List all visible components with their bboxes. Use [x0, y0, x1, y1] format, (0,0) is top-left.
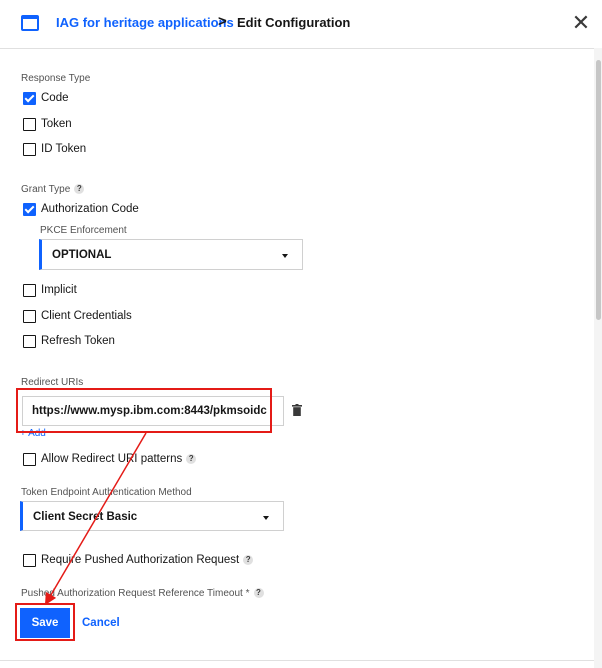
- checkbox-id-token[interactable]: ID Token: [23, 141, 86, 157]
- checkbox-unchecked[interactable]: [23, 142, 36, 156]
- checkbox-label: Refresh Token: [41, 335, 115, 347]
- checkbox-unchecked[interactable]: [23, 452, 36, 466]
- checkbox-allow-redirect-patterns[interactable]: Allow Redirect URI patterns ?: [23, 451, 197, 467]
- checkbox-require-par[interactable]: Require Pushed Authorization Request ?: [23, 552, 254, 568]
- grant-type-label-text: Grant Type: [21, 184, 71, 195]
- checkbox-token[interactable]: Token: [23, 116, 72, 132]
- checkbox-label: Token: [41, 118, 72, 130]
- app-window-icon: [21, 15, 39, 31]
- pkce-enforcement-label: PKCE Enforcement: [40, 225, 127, 236]
- checkbox-implicit[interactable]: Implicit: [23, 282, 77, 298]
- checkbox-unchecked[interactable]: [23, 117, 36, 131]
- checkbox-label: Allow Redirect URI patterns: [41, 453, 183, 465]
- checkbox-label: Authorization Code: [41, 203, 139, 215]
- close-icon[interactable]: ✕: [568, 10, 594, 36]
- pkce-enforcement-value: OPTIONAL: [52, 249, 112, 261]
- token-endpoint-select[interactable]: Client Secret Basic: [20, 501, 284, 531]
- save-button[interactable]: Save: [20, 608, 70, 638]
- breadcrumb-link[interactable]: IAG for heritage applications: [56, 15, 234, 30]
- checkbox-unchecked[interactable]: [23, 283, 36, 297]
- checkbox-label: Client Credentials: [41, 310, 132, 322]
- redirect-uri-input[interactable]: https://www.mysp.ibm.com:8443/pkmsoidc: [22, 396, 284, 426]
- divider: [0, 660, 594, 661]
- checkbox-checked[interactable]: [23, 202, 36, 216]
- checkbox-label: Implicit: [41, 284, 77, 296]
- help-icon[interactable]: ?: [74, 184, 85, 195]
- required-mark: *: [245, 588, 250, 599]
- help-icon[interactable]: ?: [243, 555, 254, 565]
- checkbox-unchecked[interactable]: [23, 309, 36, 323]
- par-timeout-label-text: Pushed Authorization Request Reference T…: [21, 588, 243, 599]
- token-endpoint-label: Token Endpoint Authentication Method: [21, 487, 192, 498]
- cancel-button[interactable]: Cancel: [82, 617, 120, 629]
- grant-type-label: Grant Type?: [21, 184, 85, 195]
- chevron-down-icon: [263, 516, 269, 520]
- help-icon[interactable]: ?: [186, 454, 197, 464]
- redirect-uris-label: Redirect URIs: [21, 377, 84, 388]
- checkbox-unchecked[interactable]: [23, 334, 36, 348]
- checkbox-unchecked[interactable]: [23, 553, 36, 567]
- help-icon[interactable]: ?: [253, 588, 264, 599]
- add-redirect-uri-link[interactable]: + Add: [20, 428, 46, 439]
- trash-icon[interactable]: [292, 404, 302, 416]
- checkbox-client-credentials[interactable]: Client Credentials: [23, 308, 132, 324]
- checkbox-label: ID Token: [41, 143, 87, 155]
- scrollbar-thumb[interactable]: [596, 60, 601, 320]
- response-type-label: Response Type: [21, 73, 91, 84]
- header-bar: IAG for heritage applications > Edit Con…: [0, 0, 602, 49]
- token-endpoint-value: Client Secret Basic: [33, 511, 138, 523]
- pkce-enforcement-select[interactable]: OPTIONAL: [39, 239, 303, 270]
- checkbox-authorization-code[interactable]: Authorization Code: [23, 201, 139, 217]
- breadcrumb-separator: >: [218, 13, 227, 30]
- checkbox-checked[interactable]: [23, 91, 36, 105]
- chevron-down-icon: [282, 254, 288, 258]
- checkbox-label: Require Pushed Authorization Request: [41, 554, 240, 566]
- par-timeout-label: Pushed Authorization Request Reference T…: [21, 588, 264, 599]
- checkbox-code[interactable]: Code: [23, 90, 69, 106]
- checkbox-refresh-token[interactable]: Refresh Token: [23, 333, 115, 349]
- checkbox-label: Code: [41, 92, 69, 104]
- page-title: Edit Configuration: [237, 15, 351, 30]
